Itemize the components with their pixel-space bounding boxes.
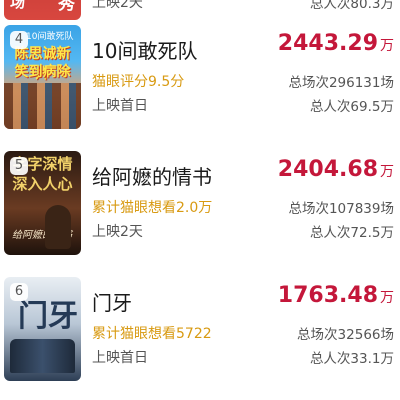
list-item[interactable]: 门牙 6 门牙 累计猫眼想看5722 上映首日 1763.48 万 总场次3256… <box>0 269 400 395</box>
box-office-list: 场 秀 上映2天 总人次80.3万 10间敢死队 陈思诚新片 笑到病除 4 10… <box>0 0 400 395</box>
list-item[interactable]: 字字深情 深入人心 给阿嬷的情书 5 给阿嬷的情书 累计猫眼想看2.0万 上映2… <box>0 143 400 269</box>
box-office-value: 2443.29 <box>277 31 378 56</box>
want-to-see-count: 累计猫眼想看2.0万 <box>92 200 213 216</box>
poster-art <box>45 205 71 249</box>
total-admissions: 总人次69.5万 <box>309 99 394 115</box>
box-office-unit: 万 <box>380 164 394 180</box>
total-admissions: 总人次33.1万 <box>309 351 394 367</box>
release-status: 上映首日 <box>92 98 148 114</box>
total-screenings: 总场次296131场 <box>288 75 394 91</box>
list-item[interactable]: 10间敢死队 陈思诚新片 笑到病除 4 10间敢死队 猫眼评分9.5分 上映首日… <box>0 17 400 143</box>
poster-text: 场 <box>10 0 26 11</box>
box-office: 2404.68 万 <box>278 157 394 182</box>
poster-text: 10间敢死队 <box>26 32 74 42</box>
poster-text: 深入人心 <box>12 175 73 193</box>
release-status: 上映2天 <box>92 224 143 240</box>
rank-badge: 4 <box>10 31 28 49</box>
release-status: 上映首日 <box>92 350 148 366</box>
release-status: 上映2天 <box>92 0 143 11</box>
total-screenings: 总场次32566场 <box>297 327 394 343</box>
movie-title[interactable]: 门牙 <box>92 287 132 316</box>
movie-title[interactable]: 10间敢死队 <box>92 35 197 64</box>
want-to-see-count: 累计猫眼想看5722 <box>92 326 212 342</box>
list-item[interactable]: 场 秀 上映2天 总人次80.3万 <box>0 0 400 20</box>
box-office-unit: 万 <box>380 290 394 306</box>
box-office-value: 1763.48 <box>277 283 378 308</box>
box-office-value: 2404.68 <box>277 157 378 182</box>
total-screenings: 总场次107839场 <box>288 201 394 217</box>
rating-text: 猫眼评分9.5分 <box>92 74 185 90</box>
poster-art <box>10 339 75 373</box>
poster-text: 笑到病除 <box>14 64 71 80</box>
movie-poster[interactable]: 字字深情 深入人心 给阿嬷的情书 5 <box>4 151 81 255</box>
box-office-unit: 万 <box>380 38 394 54</box>
rank-badge: 5 <box>10 157 28 175</box>
poster-text: 秀 <box>58 0 75 14</box>
movie-poster[interactable]: 门牙 6 <box>4 277 81 381</box>
movie-poster[interactable]: 10间敢死队 陈思诚新片 笑到病除 4 <box>4 25 81 129</box>
rank-badge: 6 <box>10 283 28 301</box>
total-admissions: 总人次72.5万 <box>309 225 394 241</box>
box-office: 2443.29 万 <box>278 31 394 56</box>
movie-title[interactable]: 给阿嬷的情书 <box>92 161 212 190</box>
box-office: 1763.48 万 <box>278 283 394 308</box>
poster-art <box>4 83 81 129</box>
total-admissions: 总人次80.3万 <box>309 0 394 12</box>
